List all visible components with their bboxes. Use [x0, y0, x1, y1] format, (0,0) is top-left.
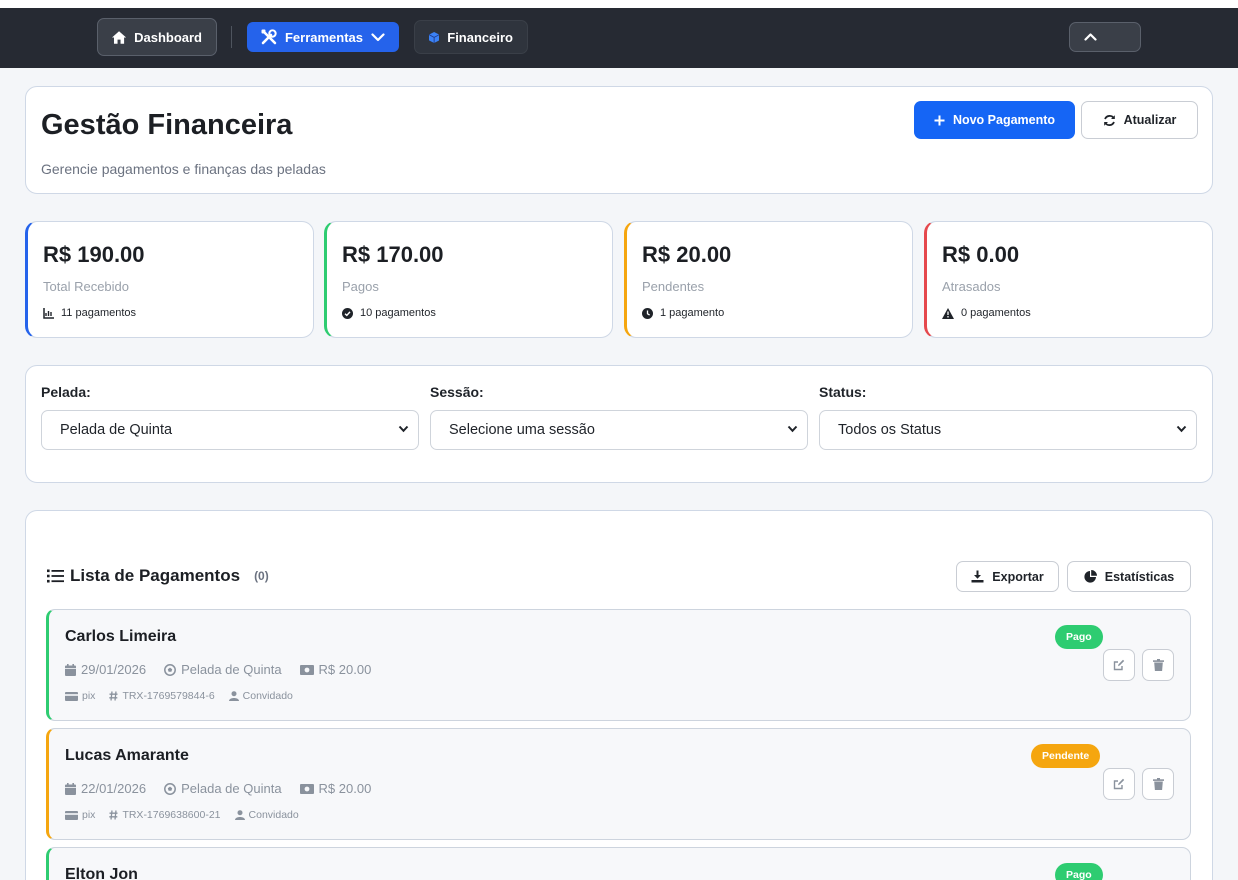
- page-header-card: Gestão Financeira Gerencie pagamentos e …: [25, 86, 1213, 194]
- export-label: Exportar: [992, 569, 1044, 584]
- user-icon: [228, 691, 239, 701]
- status-badge: Pago: [1055, 625, 1103, 649]
- download-icon: [971, 570, 984, 583]
- chevron-down-icon: [787, 425, 798, 433]
- pelada-select[interactable]: Pelada de Quinta: [41, 410, 419, 450]
- page-subtitle: Gerencie pagamentos e finanças das pelad…: [41, 161, 326, 177]
- refresh-label: Atualizar: [1123, 113, 1177, 127]
- trash-icon: [1152, 659, 1164, 671]
- nav-ferramentas-label: Ferramentas: [284, 29, 364, 45]
- home-icon: [112, 30, 127, 44]
- payment-name: Elton Jon: [65, 866, 138, 880]
- payment-item: Lucas Amarante 22/01/2026 Pelada de Quin…: [46, 728, 1191, 840]
- edit-button[interactable]: [1103, 649, 1135, 681]
- payment-name: Carlos Limeira: [65, 628, 177, 645]
- clock-icon: [642, 307, 653, 319]
- new-payment-button[interactable]: Novo Pagamento: [914, 101, 1075, 139]
- delete-button[interactable]: [1142, 649, 1174, 681]
- status-badge: Pago: [1055, 863, 1103, 880]
- stat-sub: 10 pagamentos: [342, 307, 436, 319]
- nav-dashboard-label: Dashboard: [134, 29, 202, 45]
- nav-ferramentas-dropdown[interactable]: Ferramentas: [247, 22, 399, 52]
- credit-card-icon: [65, 691, 78, 701]
- chevron-down-icon: [1176, 425, 1187, 433]
- top-navbar: Dashboard Ferramentas Financeiro: [0, 8, 1238, 68]
- collapse-button[interactable]: [1069, 22, 1141, 52]
- check-circle-icon: [342, 307, 353, 319]
- payment-item: Carlos Limeira 29/01/2026 Pelada de Quin…: [46, 609, 1191, 721]
- stat-amount: R$ 190.00: [43, 242, 145, 267]
- soccer-ball-icon: [164, 663, 177, 676]
- stat-card-paid: R$ 170.00 Pagos 10 pagamentos: [324, 221, 613, 338]
- edit-icon: [1113, 659, 1125, 671]
- refresh-button[interactable]: Atualizar: [1081, 101, 1198, 139]
- statistics-label: Estatísticas: [1104, 569, 1175, 584]
- stat-label: Pendentes: [642, 279, 705, 294]
- stat-label: Atrasados: [942, 279, 1001, 294]
- payment-item: Elton Jon Pago: [46, 847, 1191, 880]
- plus-icon: [934, 115, 945, 125]
- refresh-icon: [1103, 114, 1115, 126]
- statistics-button[interactable]: Estatísticas: [1067, 561, 1191, 592]
- stat-sub: 0 pagamentos: [942, 307, 1031, 319]
- chevron-up-icon: [1084, 33, 1097, 41]
- user-icon: [234, 810, 245, 820]
- calendar-icon: [65, 663, 76, 676]
- edit-button[interactable]: [1103, 768, 1135, 800]
- list-title: Lista de Pagamentos (0): [47, 566, 269, 586]
- sessao-filter-label: Sessão:: [430, 384, 484, 400]
- tools-icon: [261, 29, 277, 45]
- nav-financeiro-button[interactable]: Financeiro: [414, 20, 528, 54]
- chart-icon: [43, 307, 54, 319]
- stat-card-total: R$ 190.00 Total Recebido 11 pagamentos: [25, 221, 314, 338]
- trash-icon: [1152, 778, 1164, 790]
- list-icon: [47, 569, 64, 583]
- new-payment-label: Novo Pagamento: [952, 113, 1056, 127]
- sessao-select[interactable]: Selecione uma sessão: [430, 410, 808, 450]
- payments-list-card: Lista de Pagamentos (0) Exportar Estatís…: [25, 510, 1213, 880]
- money-icon: [299, 783, 314, 794]
- pelada-filter-label: Pelada:: [41, 384, 91, 400]
- calendar-icon: [65, 782, 76, 795]
- stat-amount: R$ 20.00: [642, 242, 732, 267]
- status-badge: Pendente: [1031, 744, 1101, 768]
- credit-card-icon: [65, 810, 78, 820]
- payment-meta: 22/01/2026 Pelada de Quinta R$ 20.00: [65, 781, 389, 796]
- payment-details: pix TRX-1769638600-21 Convidado: [65, 809, 313, 821]
- hash-icon: [109, 810, 118, 820]
- chevron-down-icon: [398, 425, 409, 433]
- chevron-down-icon: [371, 32, 385, 41]
- stat-sub: 1 pagamento: [642, 307, 724, 319]
- payment-meta: 29/01/2026 Pelada de Quinta R$ 20.00: [65, 662, 389, 677]
- stat-card-pending: R$ 20.00 Pendentes 1 pagamento: [624, 221, 913, 338]
- nav-divider: [231, 26, 232, 48]
- status-select[interactable]: Todos os Status: [819, 410, 1197, 450]
- edit-icon: [1113, 778, 1125, 790]
- stat-label: Pagos: [342, 279, 379, 294]
- page-title: Gestão Financeira: [41, 109, 293, 141]
- list-count: (0): [254, 569, 269, 583]
- warning-icon: [942, 307, 954, 319]
- delete-button[interactable]: [1142, 768, 1174, 800]
- payment-details: pix TRX-1769579844-6 Convidado: [65, 690, 307, 702]
- export-button[interactable]: Exportar: [956, 561, 1059, 592]
- stat-sub: 11 pagamentos: [43, 307, 136, 319]
- nav-dashboard-button[interactable]: Dashboard: [97, 18, 217, 56]
- top-strip: [0, 0, 1238, 8]
- status-filter-label: Status:: [819, 384, 867, 400]
- stat-card-overdue: R$ 0.00 Atrasados 0 pagamentos: [924, 221, 1213, 338]
- money-icon: [299, 664, 314, 675]
- pie-chart-icon: [1084, 570, 1097, 583]
- list-title-text: Lista de Pagamentos: [70, 566, 241, 585]
- filters-card: Pelada: Pelada de Quinta Sessão: Selecio…: [25, 365, 1213, 483]
- nav-financeiro-label: Financeiro: [447, 29, 513, 45]
- cube-icon: [429, 31, 440, 43]
- stat-label: Total Recebido: [43, 279, 129, 294]
- soccer-ball-icon: [164, 782, 177, 795]
- stat-amount: R$ 0.00: [942, 242, 1020, 267]
- stat-amount: R$ 170.00: [342, 242, 444, 267]
- hash-icon: [109, 691, 118, 701]
- payment-name: Lucas Amarante: [65, 747, 189, 764]
